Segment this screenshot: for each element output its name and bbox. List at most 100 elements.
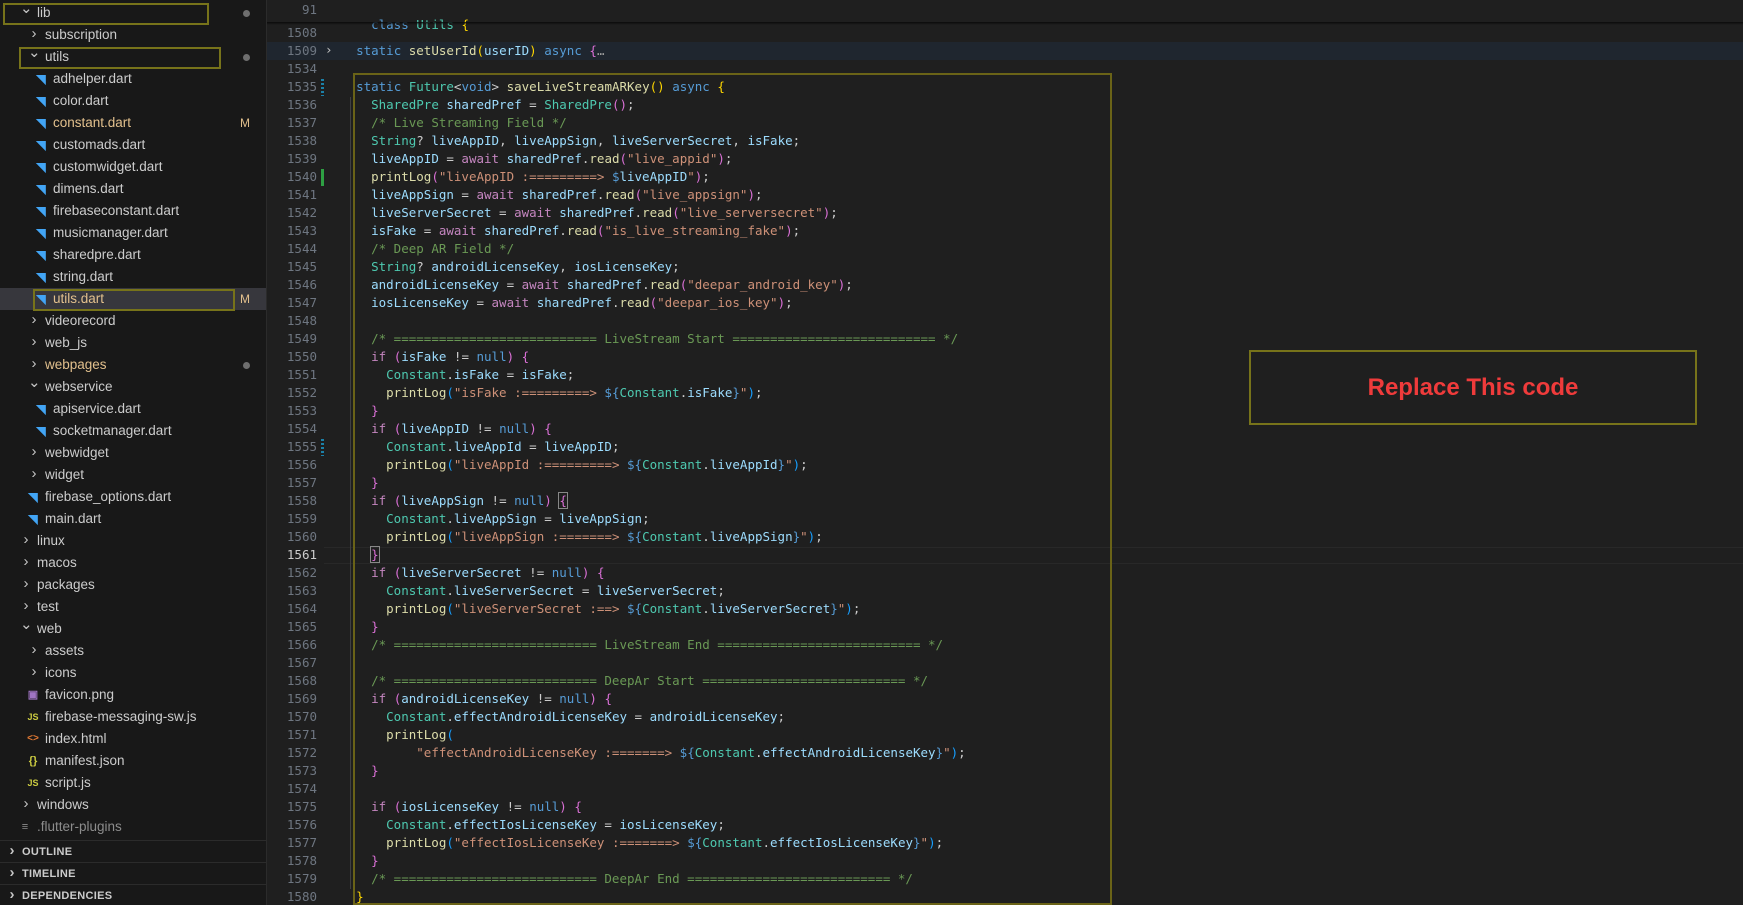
- folder-item-packages[interactable]: › packages: [0, 574, 266, 596]
- file-item-dimens-dart[interactable]: ◥ dimens.dart: [0, 178, 266, 200]
- file-item-socketmanager-dart[interactable]: ◥ socketmanager.dart: [0, 420, 266, 442]
- dart-file-icon: ◥: [28, 490, 38, 504]
- file-item-flutter-plugins[interactable]: ≡ .flutter-plugins: [0, 816, 266, 838]
- folder-item-subscription[interactable]: › subscription: [0, 24, 266, 46]
- line-number: 1552: [286, 385, 317, 400]
- tree-item-label: customwidget.dart: [53, 159, 163, 174]
- file-item-favicon-png[interactable]: ▣ favicon.png: [0, 684, 266, 706]
- line-number: 1544: [286, 241, 317, 256]
- annotation-box: Replace This code: [1249, 350, 1697, 425]
- folder-item-windows[interactable]: › windows: [0, 794, 266, 816]
- line-number: 1557: [286, 475, 317, 490]
- chevron-down-icon[interactable]: ⌄: [20, 617, 33, 640]
- json-file-icon: {}: [28, 755, 38, 767]
- folder-item-videorecord[interactable]: › videorecord: [0, 310, 266, 332]
- folder-item-linux[interactable]: › linux: [0, 530, 266, 552]
- file-item-manifest-json[interactable]: {} manifest.json: [0, 750, 266, 772]
- fold-chevron-icon[interactable]: ›: [325, 42, 333, 57]
- tree-item-label: adhelper.dart: [53, 71, 132, 86]
- line-number: 1537: [286, 115, 317, 130]
- chevron-down-icon[interactable]: ⌄: [28, 45, 41, 68]
- chevron-right-icon[interactable]: ›: [20, 530, 32, 552]
- file-item-firebaseconstant-dart[interactable]: ◥ firebaseconstant.dart: [0, 200, 266, 222]
- modified-dot-icon: [243, 362, 250, 369]
- tree-item-label: subscription: [45, 27, 118, 42]
- tree-item-label: linux: [37, 533, 65, 548]
- annotation-text: Replace This code: [1367, 373, 1579, 401]
- dart-file-icon: ◥: [36, 248, 46, 262]
- folder-item-webwidget[interactable]: › webwidget: [0, 442, 266, 464]
- file-item-script-js[interactable]: JS script.js: [0, 772, 266, 794]
- line-number: 1542: [286, 205, 317, 220]
- line-number: 1548: [286, 313, 317, 328]
- image-file-icon: ▣: [27, 689, 39, 701]
- file-item-customads-dart[interactable]: ◥ customads.dart: [0, 134, 266, 156]
- folder-item-widget[interactable]: › widget: [0, 464, 266, 486]
- folder-item-macos[interactable]: › macos: [0, 552, 266, 574]
- chevron-right-icon: ›: [9, 864, 15, 881]
- file-item-constant-dart[interactable]: ◥ constant.dart M: [0, 112, 266, 134]
- chevron-right-icon[interactable]: ›: [28, 332, 40, 354]
- folder-item-icons[interactable]: › icons: [0, 662, 266, 684]
- tree-item-label: icons: [45, 665, 77, 680]
- tree-item-label: musicmanager.dart: [53, 225, 168, 240]
- dart-file-icon: ◥: [36, 160, 46, 174]
- line-number: 1543: [286, 223, 317, 238]
- line-number: 1535: [286, 79, 317, 94]
- chevron-right-icon[interactable]: ›: [28, 310, 40, 332]
- chevron-right-icon[interactable]: ›: [28, 354, 40, 376]
- file-item-musicmanager-dart[interactable]: ◥ musicmanager.dart: [0, 222, 266, 244]
- folder-item-utils[interactable]: ⌄ utils: [0, 45, 266, 68]
- file-item-firebase-messaging-sw-js[interactable]: JS firebase-messaging-sw.js: [0, 706, 266, 728]
- js-file-icon: JS: [27, 712, 39, 722]
- chevron-down-icon[interactable]: ⌄: [28, 375, 41, 398]
- folder-item-web[interactable]: ⌄ web: [0, 617, 266, 640]
- line-number: 1540: [286, 169, 317, 184]
- dart-file-icon: ◥: [36, 292, 46, 306]
- panel-timeline[interactable]: › TIMELINE: [0, 862, 266, 885]
- file-item-index-html[interactable]: <> index.html: [0, 728, 266, 750]
- folder-item-web-js[interactable]: › web_js: [0, 332, 266, 354]
- chevron-down-icon[interactable]: ⌄: [20, 1, 33, 24]
- panel-outline[interactable]: › OUTLINE: [0, 840, 266, 863]
- panel-dependencies[interactable]: › DEPENDENCIES: [0, 884, 266, 905]
- code-line[interactable]: static setUserId(userID) async {…: [341, 43, 604, 58]
- chevron-right-icon[interactable]: ›: [20, 794, 32, 816]
- folder-item-webpages[interactable]: › webpages: [0, 354, 266, 376]
- chevron-right-icon[interactable]: ›: [20, 552, 32, 574]
- chevron-right-icon[interactable]: ›: [20, 596, 32, 618]
- chevron-right-icon[interactable]: ›: [28, 464, 40, 486]
- file-item-string-dart[interactable]: ◥ string.dart: [0, 266, 266, 288]
- line-number: 1555: [286, 439, 317, 454]
- file-item-customwidget-dart[interactable]: ◥ customwidget.dart: [0, 156, 266, 178]
- chevron-right-icon[interactable]: ›: [28, 442, 40, 464]
- line-number: 1561: [286, 547, 317, 562]
- file-item-main-dart[interactable]: ◥ main.dart: [0, 508, 266, 530]
- line-number: 1569: [286, 691, 317, 706]
- line-number: 1578: [286, 853, 317, 868]
- tree-item-label: main.dart: [45, 511, 102, 526]
- line-number: 1577: [286, 835, 317, 850]
- file-item-firebase-options-dart[interactable]: ◥ firebase_options.dart: [0, 486, 266, 508]
- file-item-apiservice-dart[interactable]: ◥ apiservice.dart: [0, 398, 266, 420]
- code-editor[interactable]: 91 class Utils { 1508›1509 static setUse…: [267, 0, 1743, 905]
- tree-item-label: customads.dart: [53, 137, 146, 152]
- chevron-right-icon: ›: [9, 842, 15, 859]
- line-number: 1539: [286, 151, 317, 166]
- folder-item-webservice[interactable]: ⌄ webservice: [0, 375, 266, 398]
- line-number: 1560: [286, 529, 317, 544]
- folder-item-assets[interactable]: › assets: [0, 640, 266, 662]
- chevron-right-icon[interactable]: ›: [28, 640, 40, 662]
- chevron-right-icon[interactable]: ›: [28, 662, 40, 684]
- file-item-adhelper-dart[interactable]: ◥ adhelper.dart: [0, 68, 266, 90]
- file-item-utils-dart[interactable]: ◥ utils.dart M: [0, 288, 266, 310]
- panel-title: OUTLINE: [22, 846, 73, 858]
- file-item-color-dart[interactable]: ◥ color.dart: [0, 90, 266, 112]
- chevron-right-icon[interactable]: ›: [20, 574, 32, 596]
- chevron-right-icon[interactable]: ›: [28, 24, 40, 46]
- folder-item-lib[interactable]: ⌄ lib: [0, 1, 266, 24]
- tree-item-label: macos: [37, 555, 77, 570]
- tree-item-label: windows: [37, 797, 89, 812]
- folder-item-test[interactable]: › test: [0, 596, 266, 618]
- file-item-sharedpre-dart[interactable]: ◥ sharedpre.dart: [0, 244, 266, 266]
